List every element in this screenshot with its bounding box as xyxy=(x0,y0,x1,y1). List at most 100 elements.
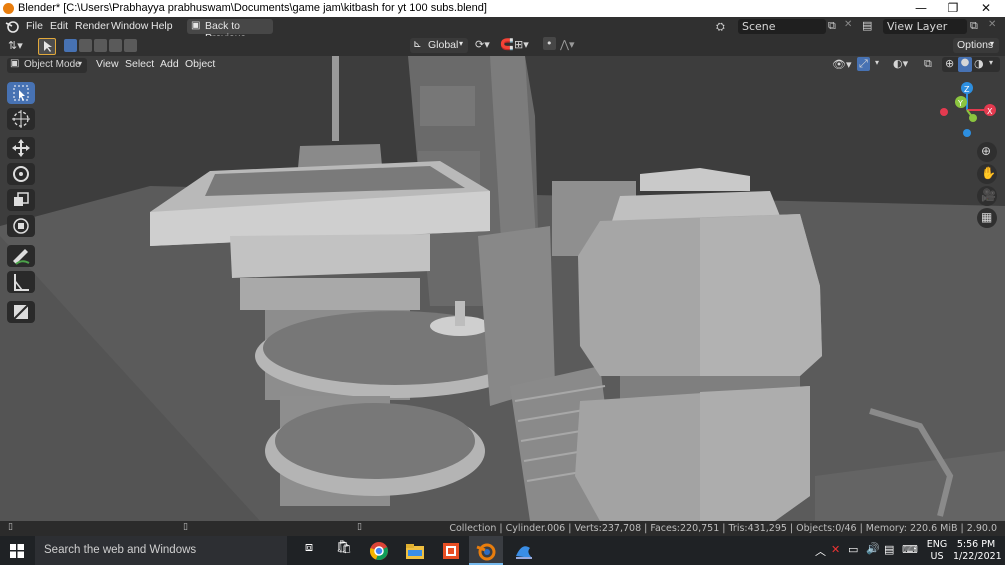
taskbar: Search the web and Windows ⧈ 🛍 ︿ ✕ ▭ 🔊 ▤… xyxy=(0,536,1005,565)
delete-view-layer-icon[interactable]: ✕ xyxy=(988,19,996,30)
menu-render[interactable]: Render xyxy=(75,20,109,32)
language-indicator[interactable]: ENG US xyxy=(926,539,948,563)
neg-z-axis-icon[interactable] xyxy=(963,129,971,137)
status-bar: ▯ ▯ ▯ Collection | Cylinder.006 | Verts:… xyxy=(0,521,1005,536)
clock[interactable]: 5:56 PM 1/22/2021 xyxy=(953,539,1002,563)
mode-intersect-icon[interactable] xyxy=(124,39,137,52)
menu-add[interactable]: Add xyxy=(160,58,179,70)
windows-start-icon[interactable] xyxy=(10,544,24,558)
cursor-tool[interactable] xyxy=(7,108,35,130)
measure-tool[interactable] xyxy=(7,271,35,293)
back-to-previous-button[interactable]: ▣ Back to Previous xyxy=(187,19,273,44)
scene-field[interactable]: Scene xyxy=(738,19,826,34)
svg-text:Y: Y xyxy=(957,99,963,108)
battery-icon[interactable]: ▭ xyxy=(848,543,858,556)
chrome-icon[interactable] xyxy=(368,540,390,562)
keyboard-icon[interactable]: ⌨ xyxy=(902,543,918,556)
window-title: Blender* [C:\Users\Prabhayya prabhuswam\… xyxy=(18,2,487,14)
cursor-icon xyxy=(12,110,30,128)
wireframe-shading-icon[interactable]: ⊕ xyxy=(945,57,954,70)
transform-orientation-dropdown[interactable]: ⊾ Global ▾ xyxy=(410,38,468,53)
new-scene-icon[interactable]: ⧉ xyxy=(828,19,836,33)
app-icon[interactable] xyxy=(512,540,534,562)
neg-y-axis-icon[interactable] xyxy=(969,114,977,122)
mode-new-icon[interactable] xyxy=(64,39,77,52)
3d-viewport[interactable]: ▣ Object Mode ▾ View Select Add Object 👁… xyxy=(0,56,1005,521)
minimize-button[interactable]: — xyxy=(905,0,937,17)
object-mode-dropdown[interactable]: ▣ Object Mode ▾ xyxy=(7,58,87,73)
close-button[interactable]: ✕ xyxy=(970,0,1002,17)
octagon-top xyxy=(640,168,750,191)
pan-hand-icon: ✋ xyxy=(981,166,996,180)
xray-icon[interactable]: ⧉ xyxy=(924,57,932,71)
view-layer-icon[interactable]: ▤ xyxy=(862,19,872,32)
blender-taskbar-button[interactable] xyxy=(469,536,503,565)
scale-tool[interactable] xyxy=(7,189,35,211)
menu-object[interactable]: Object xyxy=(185,58,215,70)
camera-button[interactable]: 🎥 xyxy=(977,186,997,206)
restore-button[interactable]: ❐ xyxy=(937,0,969,17)
menu-window[interactable]: Window xyxy=(111,20,148,32)
shading-modes: ⊕ ● ◑ ▾ xyxy=(942,57,1000,72)
move-tool[interactable] xyxy=(7,137,35,159)
annotate-tool[interactable] xyxy=(7,245,35,267)
snap-icon[interactable]: 🧲 xyxy=(500,38,514,51)
select-cursor-button[interactable] xyxy=(38,38,56,55)
screen-icon: ▣ xyxy=(191,20,201,31)
blender-logo-icon xyxy=(3,3,14,14)
office-icon[interactable] xyxy=(440,540,462,562)
menu-help[interactable]: Help xyxy=(151,20,173,32)
mode-extend-icon[interactable] xyxy=(79,39,92,52)
store-icon[interactable]: 🛍 xyxy=(333,540,355,562)
pan-button[interactable]: ✋ xyxy=(977,164,997,184)
rotate-tool[interactable] xyxy=(7,163,35,185)
visibility-icon[interactable]: 👁▾ xyxy=(832,58,852,71)
blender-menu-icon[interactable] xyxy=(5,20,19,33)
volume-icon[interactable]: 🔊 xyxy=(866,542,880,555)
neg-x-axis-icon[interactable] xyxy=(940,108,948,116)
scale-icon xyxy=(14,192,29,206)
zoom-icon: ⊕ xyxy=(981,144,992,158)
chevron-down-icon[interactable]: ▾ xyxy=(989,58,993,67)
zoom-button[interactable]: ⊕ xyxy=(977,142,997,162)
mode-subtract-icon[interactable] xyxy=(94,39,107,52)
menu-file[interactable]: File xyxy=(26,20,43,32)
gizmo-toggle-icon[interactable]: ⤢ xyxy=(857,57,870,71)
svg-text:X: X xyxy=(987,107,993,116)
mode-invert-icon[interactable] xyxy=(109,39,122,52)
scene-icon[interactable]: ⛭ xyxy=(716,20,725,34)
proportional-edit-icon[interactable]: • xyxy=(543,37,556,50)
options-dropdown[interactable]: Options ▾ xyxy=(953,38,999,53)
menu-view[interactable]: View xyxy=(96,58,119,70)
select-box-tool[interactable] xyxy=(7,82,35,104)
perspective-button[interactable]: ▦ xyxy=(977,208,997,228)
navigation-gizmo[interactable]: Z X Y xyxy=(935,80,1000,140)
overlays-icon[interactable]: ◐▾ xyxy=(893,57,908,70)
view-layer-field[interactable]: View Layer xyxy=(883,19,967,34)
add-cube-tool[interactable] xyxy=(7,301,35,323)
scene-statistics: Collection | Cylinder.006 | Verts:237,70… xyxy=(449,523,997,534)
show-hidden-icons[interactable]: ︿ xyxy=(815,543,826,559)
transform-tool[interactable] xyxy=(7,215,35,237)
delete-scene-icon[interactable]: ✕ xyxy=(844,19,852,30)
menu-edit[interactable]: Edit xyxy=(50,20,68,32)
pivot-point-icon[interactable]: ⟳▾ xyxy=(475,38,490,51)
file-explorer-icon[interactable] xyxy=(404,540,426,562)
new-view-layer-icon[interactable]: ⧉ xyxy=(970,19,978,33)
task-view-icon[interactable]: ⧈ xyxy=(298,540,320,562)
material-shading-icon[interactable]: ◑ xyxy=(974,57,984,70)
menu-select[interactable]: Select xyxy=(125,58,154,70)
notification-icon[interactable]: ▤ xyxy=(884,543,894,556)
antivirus-icon[interactable]: ✕ xyxy=(831,543,840,556)
falloff-icon[interactable]: ⋀▾ xyxy=(560,38,575,51)
editor-type-icon[interactable]: ⇅▾ xyxy=(8,39,23,52)
tool-settings-bar: ⇅▾ ⊾ Global ▾ ⟳▾ 🧲 ⊞▾ • ⋀▾ Options ▾ xyxy=(0,36,1005,56)
solid-shading-icon[interactable]: ● xyxy=(958,57,972,72)
language-code: ENG xyxy=(926,539,948,550)
chevron-down-icon[interactable]: ▾ xyxy=(875,58,879,67)
region-code: US xyxy=(930,551,944,562)
mouse-left-icon: ▯ xyxy=(8,522,13,532)
taskbar-search-box[interactable]: Search the web and Windows xyxy=(35,536,287,565)
octagon-tower-light xyxy=(700,214,822,376)
snap-target-icon[interactable]: ⊞▾ xyxy=(514,38,529,51)
